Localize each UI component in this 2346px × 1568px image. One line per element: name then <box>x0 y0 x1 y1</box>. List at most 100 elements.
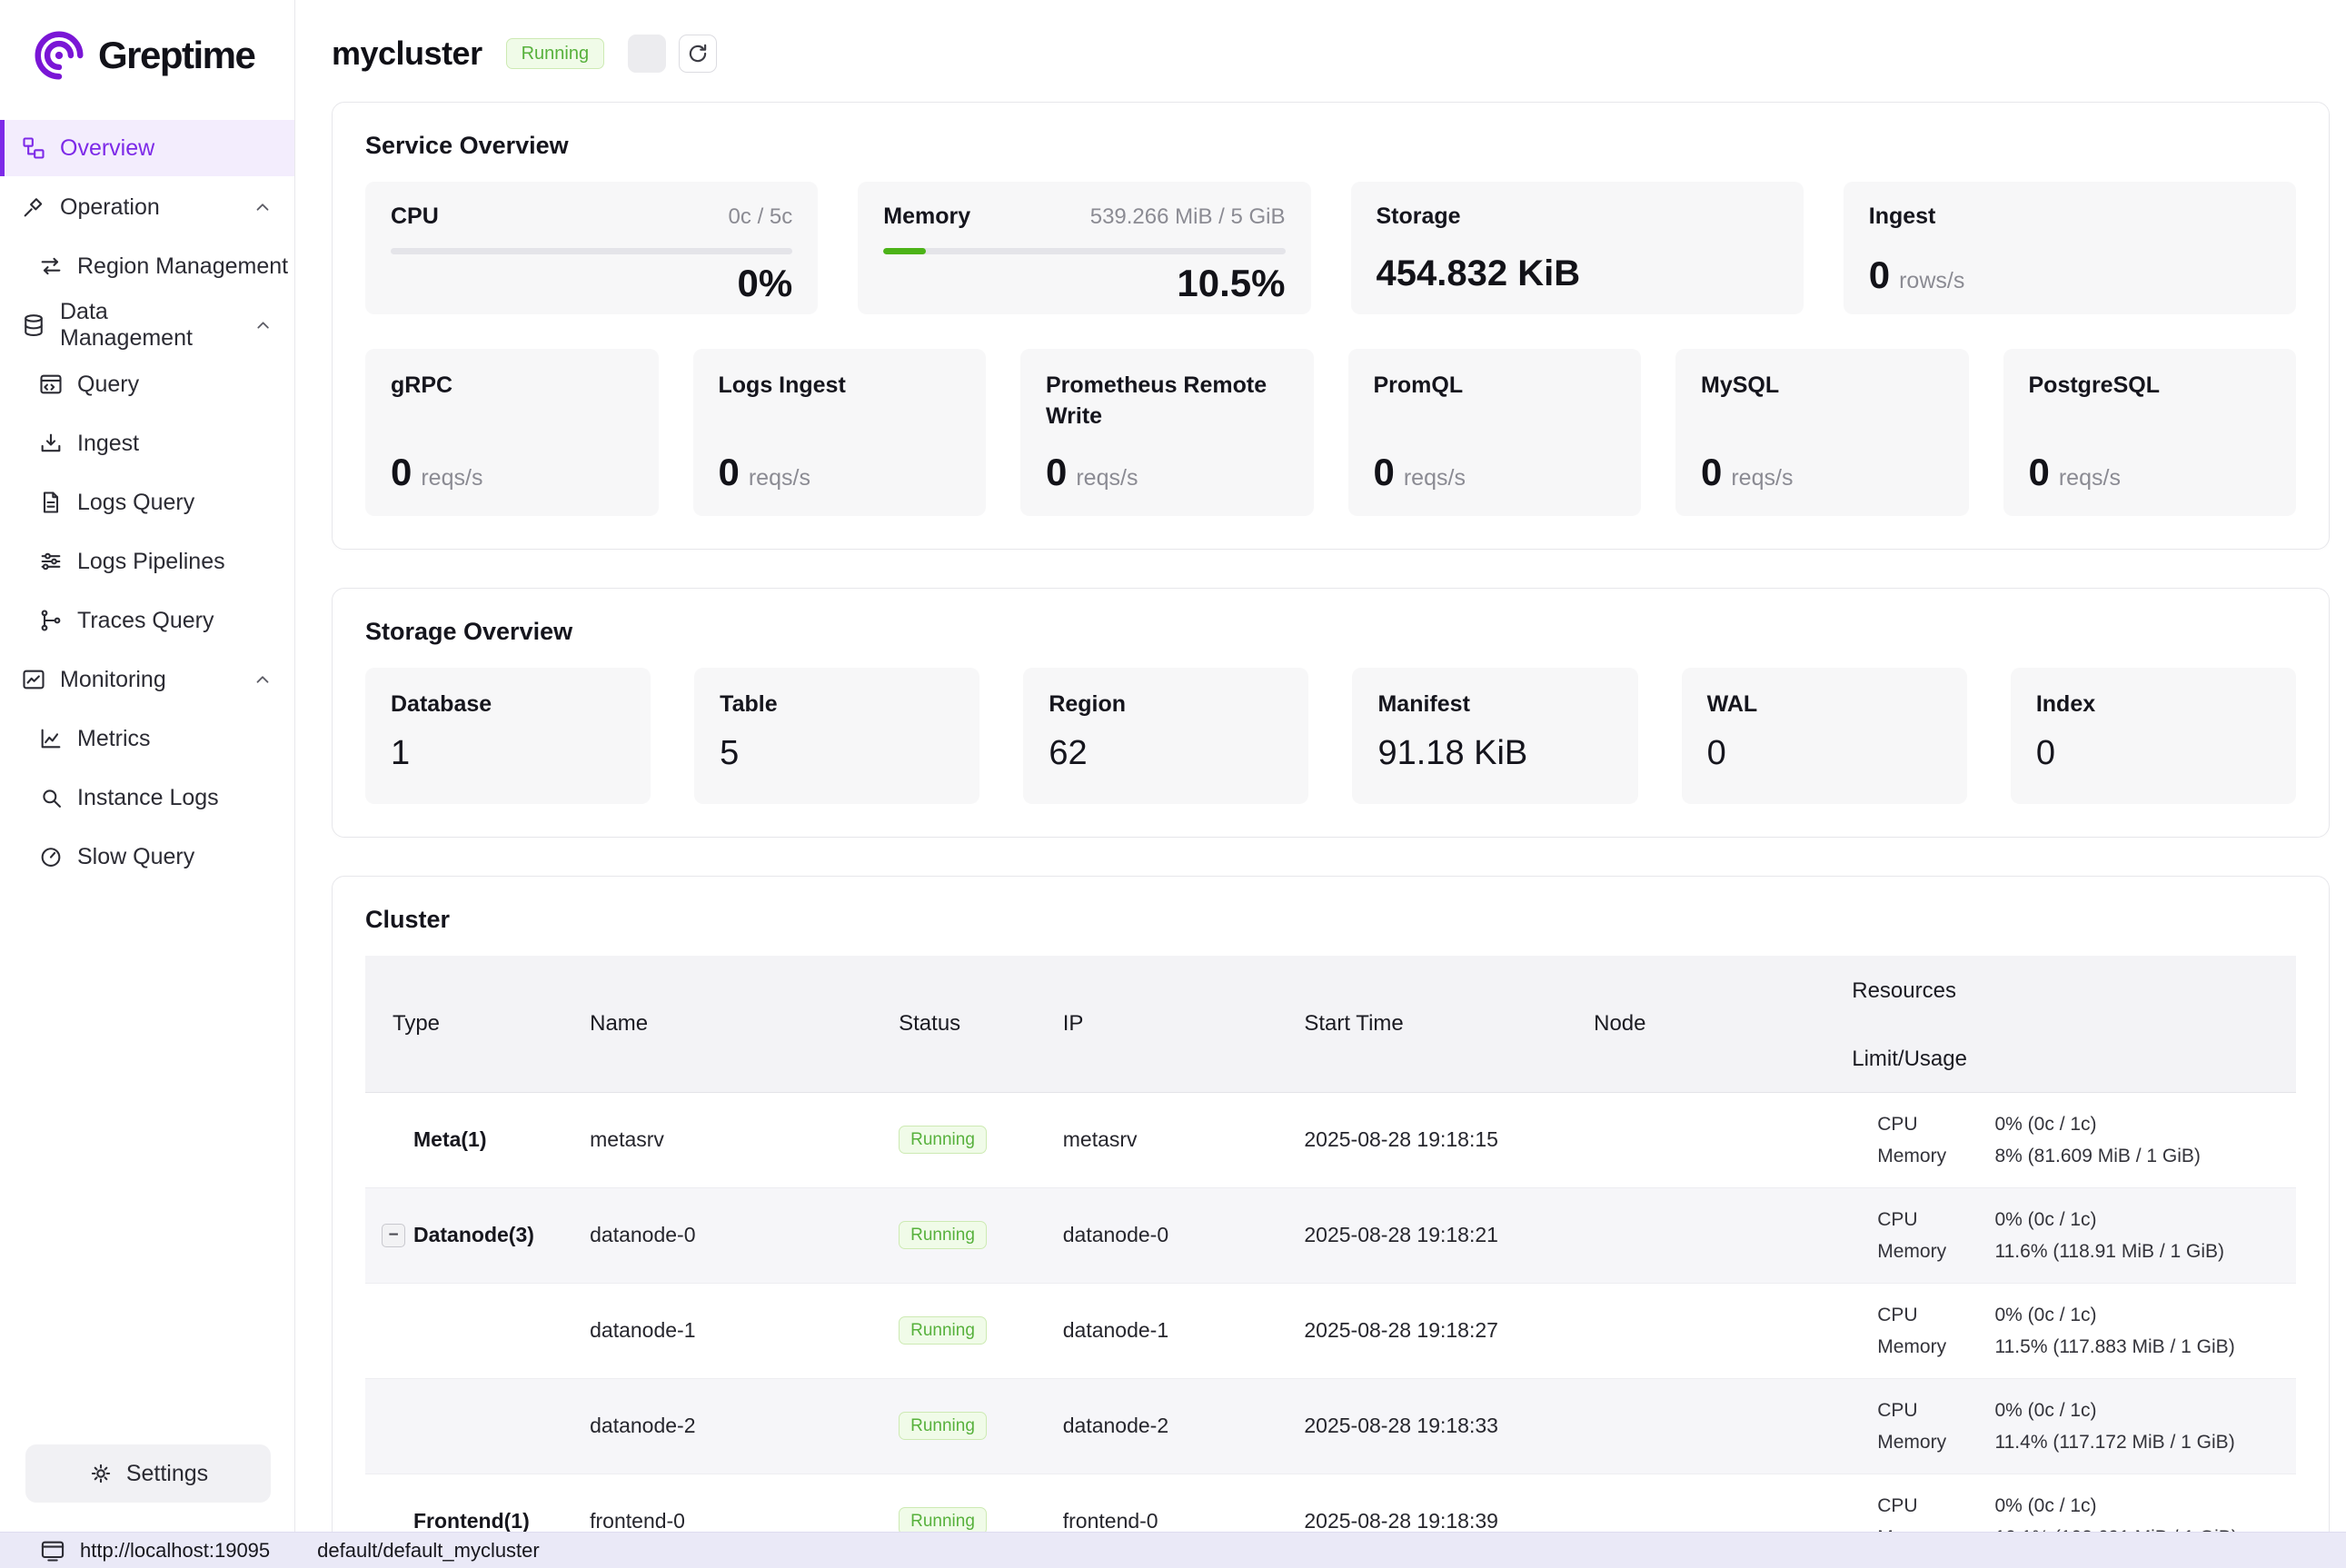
chart-frame-icon <box>21 667 46 692</box>
postgresql-rate-card: PostgreSQL 0 reqs/s <box>2003 349 2297 516</box>
memory-row-label: Memory <box>1877 1426 1979 1458</box>
store-label: Region <box>1049 691 1283 718</box>
row-start-time: 2025-08-28 19:18:27 <box>1282 1283 1572 1378</box>
table-card: Table 5 <box>694 668 979 804</box>
row-ip: frontend-0 <box>1041 1474 1283 1532</box>
store-label: WAL <box>1707 691 1942 718</box>
memory-percent: 10.5% <box>883 262 1285 305</box>
memory-row-label: Memory <box>1877 1522 1979 1533</box>
store-value: 62 <box>1049 734 1283 773</box>
cpu-row-label: CPU <box>1877 1299 1979 1331</box>
rate-value: 0 <box>391 451 412 494</box>
sidebar-item-slow-query[interactable]: Slow Query <box>0 829 294 885</box>
rate-value: 0 <box>2029 451 2050 494</box>
row-node <box>1572 1283 1852 1378</box>
sidebar-item-traces-query[interactable]: Traces Query <box>0 592 294 649</box>
sidebar-item-metrics[interactable]: Metrics <box>0 710 294 767</box>
ingest-value: 0 <box>1869 253 1890 297</box>
store-label: Database <box>391 691 625 718</box>
document-edit-icon <box>38 490 64 515</box>
row-type: Frontend(1) <box>365 1474 568 1532</box>
page-header: mycluster Running <box>332 27 2330 80</box>
store-label: Index <box>2036 691 2271 718</box>
rate-value: 0 <box>719 451 740 494</box>
sidebar-item-label: Overview <box>60 135 154 162</box>
ingest-stat-card: Ingest 0 rows/s <box>1844 182 2296 314</box>
logo-text: Greptime <box>98 34 254 77</box>
gear-icon <box>88 1461 114 1486</box>
table-row-frontend-0: Frontend(1) frontend-0 Running frontend-… <box>365 1474 2296 1532</box>
column-header-resources: Resources <box>1852 956 2296 1027</box>
table-row-datanode-1: datanode-1 Running datanode-1 2025-08-28… <box>365 1283 2296 1378</box>
row-status-badge: Running <box>899 1126 987 1154</box>
panel-title: Cluster <box>365 906 2296 934</box>
cpu-percent: 0% <box>391 262 792 305</box>
column-header-name: Name <box>568 956 877 1092</box>
cpu-usage: 0% (0c / 1c) <box>1995 1204 2297 1236</box>
sidebar-item-query[interactable]: Query <box>0 356 294 412</box>
store-label: Table <box>720 691 954 718</box>
memory-progress-fill <box>883 248 925 254</box>
memory-stat-card: Memory 539.266 MiB / 5 GiB 10.5% <box>858 182 1310 314</box>
rate-grid: gRPC 0reqs/s Logs Ingest 0reqs/s Prometh… <box>365 349 2296 516</box>
sidebar-item-label: Ingest <box>77 431 139 457</box>
sitemap-icon <box>21 135 46 161</box>
row-start-time: 2025-08-28 19:18:21 <box>1282 1187 1572 1283</box>
status-bar-path: default/default_mycluster <box>317 1539 540 1563</box>
row-start-time: 2025-08-28 19:18:15 <box>1282 1092 1572 1187</box>
prometheus-remote-write-rate-card: Prometheus Remote Write 0reqs/s <box>1020 349 1314 516</box>
manifest-card: Manifest 91.18 KiB <box>1352 668 1637 804</box>
sidebar-item-ingest[interactable]: Ingest <box>0 415 294 471</box>
row-type: Meta(1) <box>365 1092 568 1187</box>
storage-value: 454.832 KiB <box>1377 253 1778 294</box>
cpu-row-label: CPU <box>1877 1204 1979 1236</box>
cpu-row-label: CPU <box>1877 1490 1979 1522</box>
storage-stat-card: Storage 454.832 KiB <box>1351 182 1804 314</box>
rate-label: Logs Ingest <box>719 371 961 402</box>
row-start-time: 2025-08-28 19:18:39 <box>1282 1474 1572 1532</box>
rate-label: Prometheus Remote Write <box>1046 371 1288 432</box>
rate-label: MySQL <box>1701 371 1943 402</box>
cpu-label: CPU <box>391 203 439 230</box>
status-bar-url: http://localhost:19095 <box>80 1539 270 1563</box>
store-value: 0 <box>2036 734 2271 773</box>
sidebar-item-overview[interactable]: Overview <box>0 120 294 176</box>
sidebar-item-logs-query[interactable]: Logs Query <box>0 474 294 531</box>
sidebar-item-logs-pipelines[interactable]: Logs Pipelines <box>0 533 294 590</box>
gauge-icon <box>38 844 64 869</box>
cpu-row-label: CPU <box>1877 1394 1979 1426</box>
row-name: datanode-0 <box>568 1187 877 1283</box>
sidebar-item-data-management[interactable]: Data Management <box>0 297 294 353</box>
rate-unit: reqs/s <box>749 465 810 491</box>
sidebar-item-monitoring[interactable]: Monitoring <box>0 651 294 708</box>
rate-label: gRPC <box>391 371 633 402</box>
rate-unit: reqs/s <box>2059 465 2121 491</box>
sidebar-item-instance-logs[interactable]: Instance Logs <box>0 769 294 826</box>
store-value: 5 <box>720 734 954 773</box>
refresh-icon <box>686 42 710 65</box>
row-name: datanode-1 <box>568 1283 877 1378</box>
rate-value: 0 <box>1701 451 1722 494</box>
service-stat-grid: CPU 0c / 5c 0% Memory 539.266 MiB / 5 Gi… <box>365 182 2296 314</box>
sidebar-item-region-management[interactable]: Region Management <box>0 238 294 294</box>
secondary-action-button[interactable] <box>628 35 666 73</box>
row-ip: metasrv <box>1041 1092 1283 1187</box>
sidebar-item-operation[interactable]: Operation <box>0 179 294 235</box>
row-node <box>1572 1092 1852 1187</box>
collapse-icon[interactable]: − <box>382 1224 405 1247</box>
sidebar-item-label: Operation <box>60 194 160 221</box>
refresh-button[interactable] <box>679 35 717 73</box>
grpc-rate-card: gRPC 0reqs/s <box>365 349 659 516</box>
column-header-status: Status <box>877 956 1041 1092</box>
row-start-time: 2025-08-28 19:18:33 <box>1282 1378 1572 1474</box>
ingest-label: Ingest <box>1869 203 1936 230</box>
row-type <box>365 1378 568 1474</box>
memory-usage: 11.4% (117.172 MiB / 1 GiB) <box>1995 1426 2297 1458</box>
header-actions <box>628 35 717 73</box>
row-node <box>1572 1187 1852 1283</box>
sidebar-item-label: Instance Logs <box>77 785 219 811</box>
settings-button[interactable]: Settings <box>25 1444 271 1503</box>
rate-label: PostgreSQL <box>2029 371 2271 402</box>
column-header-limit-usage: Limit/Usage <box>1852 1027 2296 1092</box>
memory-usage: 11.5% (117.883 MiB / 1 GiB) <box>1995 1331 2297 1363</box>
